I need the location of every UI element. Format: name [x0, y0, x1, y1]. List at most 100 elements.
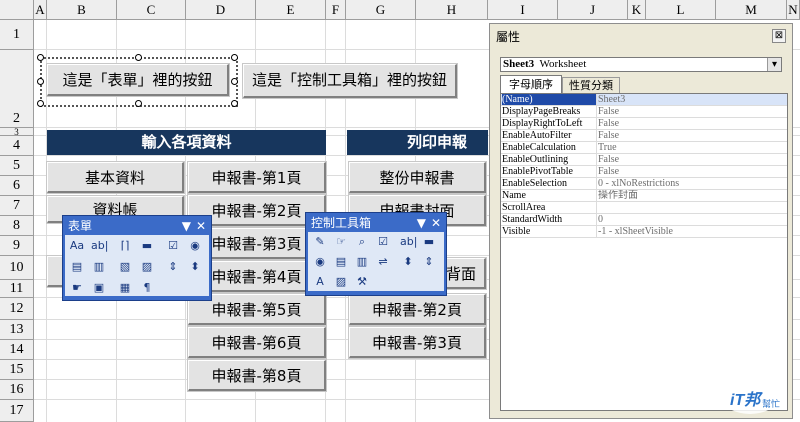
- toolbar-options-icon[interactable]: ▼: [417, 215, 426, 232]
- column-header-N[interactable]: N: [787, 0, 800, 20]
- row-header-10[interactable]: 10: [0, 256, 34, 280]
- property-value[interactable]: -1 - xlSheetVisible: [598, 226, 787, 237]
- properties-icon[interactable]: ☞: [333, 234, 349, 250]
- view-code-icon[interactable]: ⌕: [354, 234, 370, 250]
- run-dialog-icon[interactable]: ¶: [139, 280, 155, 296]
- image-icon[interactable]: ▨: [333, 274, 349, 290]
- resize-handle[interactable]: [231, 54, 238, 61]
- control-toolbox-titlebar[interactable]: 控制工具箱 ▼ ✕: [308, 215, 444, 232]
- property-row[interactable]: DisplayRightToLeft False: [501, 118, 787, 130]
- column-header-H[interactable]: H: [416, 0, 488, 20]
- property-value[interactable]: 操作封面: [598, 190, 787, 201]
- property-value[interactable]: False: [598, 118, 787, 129]
- row-header-6[interactable]: 6: [0, 176, 34, 196]
- column-header-D[interactable]: D: [186, 0, 256, 20]
- resize-handle[interactable]: [135, 100, 142, 107]
- column-header-A[interactable]: A: [34, 0, 47, 20]
- button-icon[interactable]: ▬: [139, 238, 155, 254]
- row-header-5[interactable]: 5: [0, 156, 34, 176]
- close-icon[interactable]: ✕: [196, 218, 206, 235]
- row-header-13[interactable]: 13: [0, 320, 34, 340]
- select-all-corner[interactable]: [0, 0, 34, 20]
- row-header-15[interactable]: 15: [0, 360, 34, 380]
- textbox-icon[interactable]: ab|: [91, 238, 108, 254]
- column-header-E[interactable]: E: [256, 0, 326, 20]
- resize-handle[interactable]: [37, 54, 44, 61]
- scrollbar-icon[interactable]: ⇕: [165, 259, 181, 275]
- design-mode-icon[interactable]: ✎: [312, 234, 328, 250]
- property-row[interactable]: StandardWidth 0: [501, 214, 787, 226]
- property-value[interactable]: 0 - xlNoRestrictions: [598, 178, 787, 189]
- tab-categorized[interactable]: 性質分類: [562, 77, 620, 93]
- close-icon[interactable]: ✕: [431, 215, 441, 232]
- forms-toolbar[interactable]: 表單 ▼ ✕ Aa ab| ⌈⌉ ▬ ☑ ◉ ▤ ▥ ▧ ▨ ⇕ ⬍ ☛ ▣ ▦ ¶: [62, 215, 212, 301]
- report-button-p6[interactable]: 申報書-第6頁: [187, 326, 327, 359]
- property-row[interactable]: Visible -1 - xlSheetVisible: [501, 226, 787, 238]
- input-button-basic[interactable]: 基本資料: [46, 161, 185, 194]
- edit-code-icon[interactable]: ▣: [91, 280, 107, 296]
- report-button-p8[interactable]: 申報書-第8頁: [187, 359, 327, 392]
- combo-dropdown-icon[interactable]: ▨: [139, 259, 155, 275]
- column-header-M[interactable]: M: [716, 0, 787, 20]
- property-row[interactable]: ScrollArea: [501, 202, 787, 214]
- property-row[interactable]: EnablePivotTable False: [501, 166, 787, 178]
- row-header-14[interactable]: 14: [0, 340, 34, 360]
- property-row[interactable]: EnableAutoFilter False: [501, 130, 787, 142]
- scrollbar-icon[interactable]: ⇕: [421, 254, 437, 270]
- resize-handle[interactable]: [135, 54, 142, 61]
- object-selector[interactable]: Sheet3 Worksheet ▾: [500, 57, 782, 72]
- property-row[interactable]: DisplayPageBreaks False: [501, 106, 787, 118]
- row-header-1[interactable]: 1: [0, 20, 34, 50]
- radio-icon[interactable]: ◉: [187, 238, 203, 254]
- close-icon[interactable]: ⊠: [772, 29, 786, 43]
- column-header-I[interactable]: I: [488, 0, 558, 20]
- tab-alphabetic[interactable]: 字母順序: [500, 75, 562, 93]
- column-header-G[interactable]: G: [346, 0, 416, 20]
- property-row[interactable]: (Name) Sheet3: [501, 94, 787, 106]
- property-value[interactable]: Sheet3: [598, 94, 787, 105]
- control-toolbox[interactable]: 控制工具箱 ▼ ✕ ✎ ☞ ⌕ ☑ ab| ▬ ◉ ▤ ▥ ⇌ ⬍ ⇕ A ▨ ⚒: [305, 212, 447, 296]
- column-header-L[interactable]: L: [646, 0, 716, 20]
- row-header-9[interactable]: 9: [0, 236, 34, 256]
- spin-button-icon[interactable]: ⬍: [400, 254, 416, 270]
- property-row[interactable]: Name 操作封面: [501, 190, 787, 202]
- column-header-K[interactable]: K: [628, 0, 646, 20]
- combobox-icon[interactable]: ▥: [354, 254, 370, 270]
- report-button-p1[interactable]: 申報書-第1頁: [187, 161, 327, 194]
- column-header-F[interactable]: F: [326, 0, 346, 20]
- toggle-button-icon[interactable]: ⇌: [375, 254, 391, 270]
- resize-handle[interactable]: [231, 78, 238, 85]
- forms-toolbar-titlebar[interactable]: 表單 ▼ ✕: [65, 218, 209, 235]
- form-button[interactable]: 這是「表單」裡的按鈕: [46, 63, 230, 97]
- row-header-4[interactable]: 4: [0, 136, 34, 156]
- row-header-12[interactable]: 12: [0, 298, 34, 320]
- property-value[interactable]: True: [598, 142, 787, 153]
- row-header-17[interactable]: 17: [0, 400, 34, 422]
- resize-handle[interactable]: [37, 100, 44, 107]
- label-icon[interactable]: A: [312, 274, 328, 290]
- column-header-B[interactable]: B: [47, 0, 117, 20]
- property-value[interactable]: False: [598, 106, 787, 117]
- listbox-icon[interactable]: ▤: [333, 254, 349, 270]
- row-header-7[interactable]: 7: [0, 196, 34, 216]
- column-header-J[interactable]: J: [558, 0, 628, 20]
- row-header-8[interactable]: 8: [0, 216, 34, 236]
- label-icon[interactable]: Aa: [69, 238, 85, 254]
- checkbox-icon[interactable]: ☑: [375, 234, 391, 250]
- property-value[interactable]: False: [598, 154, 787, 165]
- property-value[interactable]: False: [598, 166, 787, 177]
- property-row[interactable]: EnableOutlining False: [501, 154, 787, 166]
- column-header-C[interactable]: C: [117, 0, 186, 20]
- property-value[interactable]: 0: [598, 214, 787, 225]
- more-controls-icon[interactable]: ⚒: [354, 274, 370, 290]
- row-header-16[interactable]: 16: [0, 380, 34, 400]
- row-header-2[interactable]: 2: [0, 50, 34, 128]
- option-button-icon[interactable]: ◉: [312, 254, 328, 270]
- property-row[interactable]: EnableCalculation True: [501, 142, 787, 154]
- control-toolbox-button[interactable]: 這是「控制工具箱」裡的按鈕: [242, 63, 458, 99]
- groupbox-icon[interactable]: ⌈⌉: [117, 238, 133, 254]
- toolbar-options-icon[interactable]: ▼: [182, 218, 191, 235]
- checkbox-icon[interactable]: ☑: [165, 238, 181, 254]
- spinner-icon[interactable]: ⬍: [187, 259, 203, 275]
- control-properties-icon[interactable]: ☛: [69, 280, 85, 296]
